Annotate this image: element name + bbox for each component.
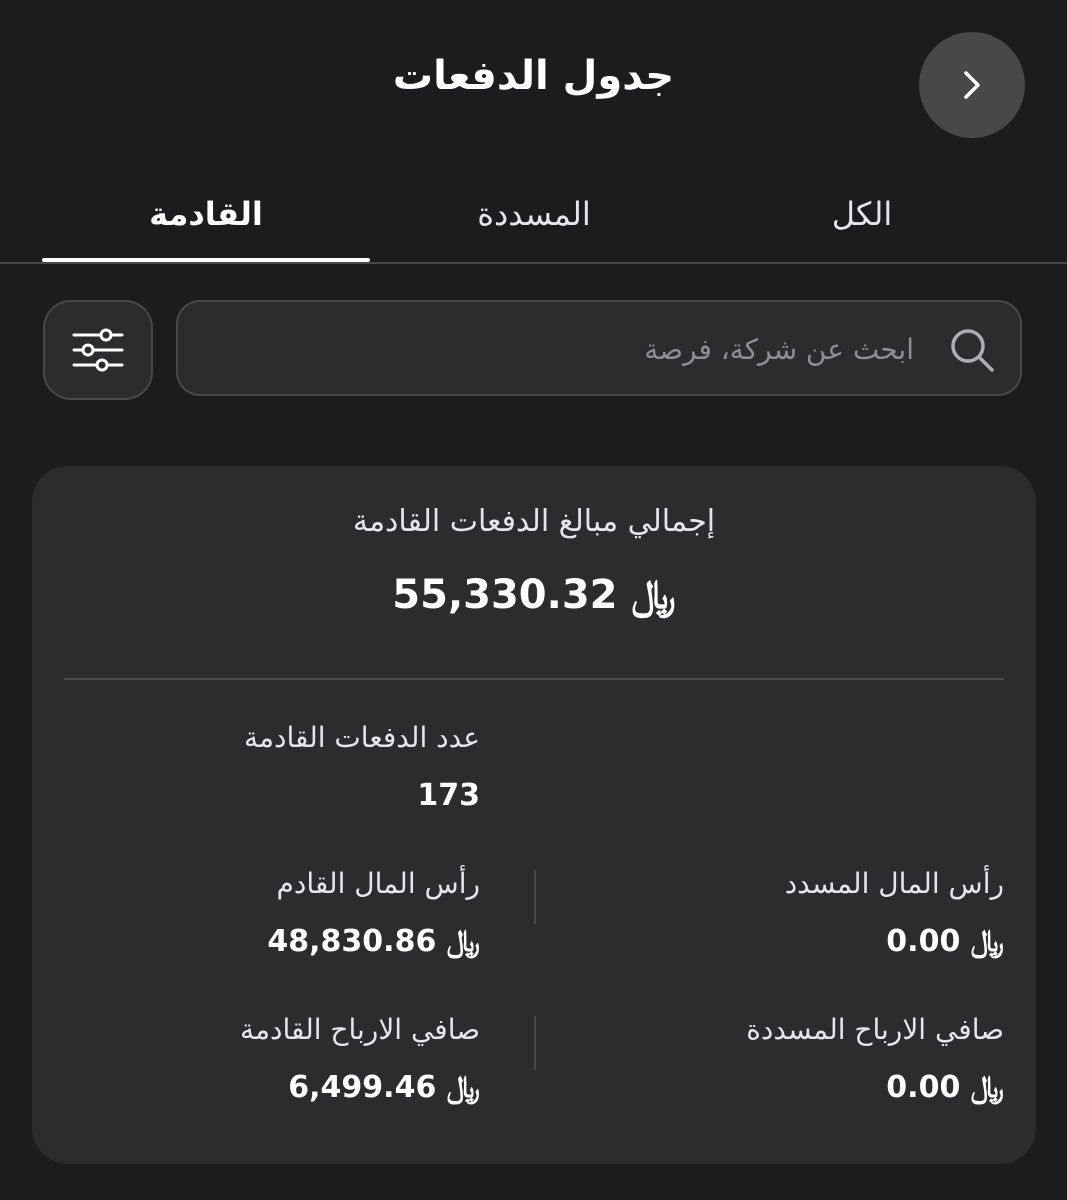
paid-profit-label: صافي الارباح المسددة: [746, 1013, 1004, 1046]
currency-symbol: ﷼: [631, 572, 676, 618]
upcoming-capital-stat: رأس المال القادم ﷼ 48,830.86: [60, 864, 480, 962]
tab-all[interactable]: الكل: [698, 178, 1026, 262]
tab-bar: الكل المسددة القادمة: [42, 178, 1026, 264]
filter-button[interactable]: [43, 300, 153, 400]
stat-separator: [534, 870, 536, 924]
search-box[interactable]: [176, 300, 1022, 396]
back-button[interactable]: [919, 32, 1025, 138]
paid-capital-stat: رأس المال المسدد ﷼ 0.00: [564, 864, 1004, 962]
tabs-divider: [0, 262, 1067, 264]
count-stat: عدد الدفعات القادمة 173: [60, 718, 480, 816]
currency-symbol: ﷼: [970, 1070, 1004, 1105]
currency-symbol: ﷼: [446, 1070, 480, 1105]
total-label: إجمالي مبالغ الدفعات القادمة: [352, 504, 716, 539]
sliders-icon: [72, 328, 124, 372]
currency-symbol: ﷼: [446, 924, 480, 959]
paid-profit-amount: 0.00: [886, 1070, 961, 1105]
total-amount: 55,330.32: [392, 572, 618, 618]
search-icon: [951, 329, 994, 372]
stat-separator: [534, 1016, 536, 1070]
upcoming-capital-amount: 48,830.86: [267, 924, 437, 959]
currency-symbol: ﷼: [970, 924, 1004, 959]
paid-capital-amount: 0.00: [886, 924, 961, 959]
upcoming-profit-amount: 6,499.46: [288, 1070, 437, 1105]
paid-profit-value: ﷼ 0.00: [564, 1068, 1004, 1108]
paid-capital-label: رأس المال المسدد: [784, 867, 1004, 900]
search-input[interactable]: [312, 302, 916, 396]
paid-capital-value: ﷼ 0.00: [564, 922, 1004, 962]
upcoming-profit-label: صافي الارباح القادمة: [240, 1013, 480, 1046]
upcoming-profit-stat: صافي الارباح القادمة ﷼ 6,499.46: [60, 1010, 480, 1108]
total-value: ﷼ 55,330.32: [32, 572, 1036, 618]
payment-schedule-screen: جدول الدفعات الكل المسددة القادمة إجمالي…: [0, 0, 1067, 1200]
count-label: عدد الدفعات القادمة: [244, 721, 480, 754]
count-value: 173: [417, 778, 480, 813]
tab-upcoming[interactable]: القادمة: [42, 178, 370, 262]
chevron-right-icon: [964, 71, 980, 99]
upcoming-profit-value: ﷼ 6,499.46: [60, 1068, 480, 1108]
paid-profit-stat: صافي الارباح المسددة ﷼ 0.00: [564, 1010, 1004, 1108]
card-divider: [64, 678, 1004, 680]
summary-card: إجمالي مبالغ الدفعات القادمة ﷼ 55,330.32…: [32, 466, 1036, 1164]
upcoming-capital-label: رأس المال القادم: [276, 867, 480, 900]
page-title: جدول الدفعات: [392, 53, 675, 99]
tab-paid[interactable]: المسددة: [370, 178, 698, 262]
upcoming-capital-value: ﷼ 48,830.86: [60, 922, 480, 962]
